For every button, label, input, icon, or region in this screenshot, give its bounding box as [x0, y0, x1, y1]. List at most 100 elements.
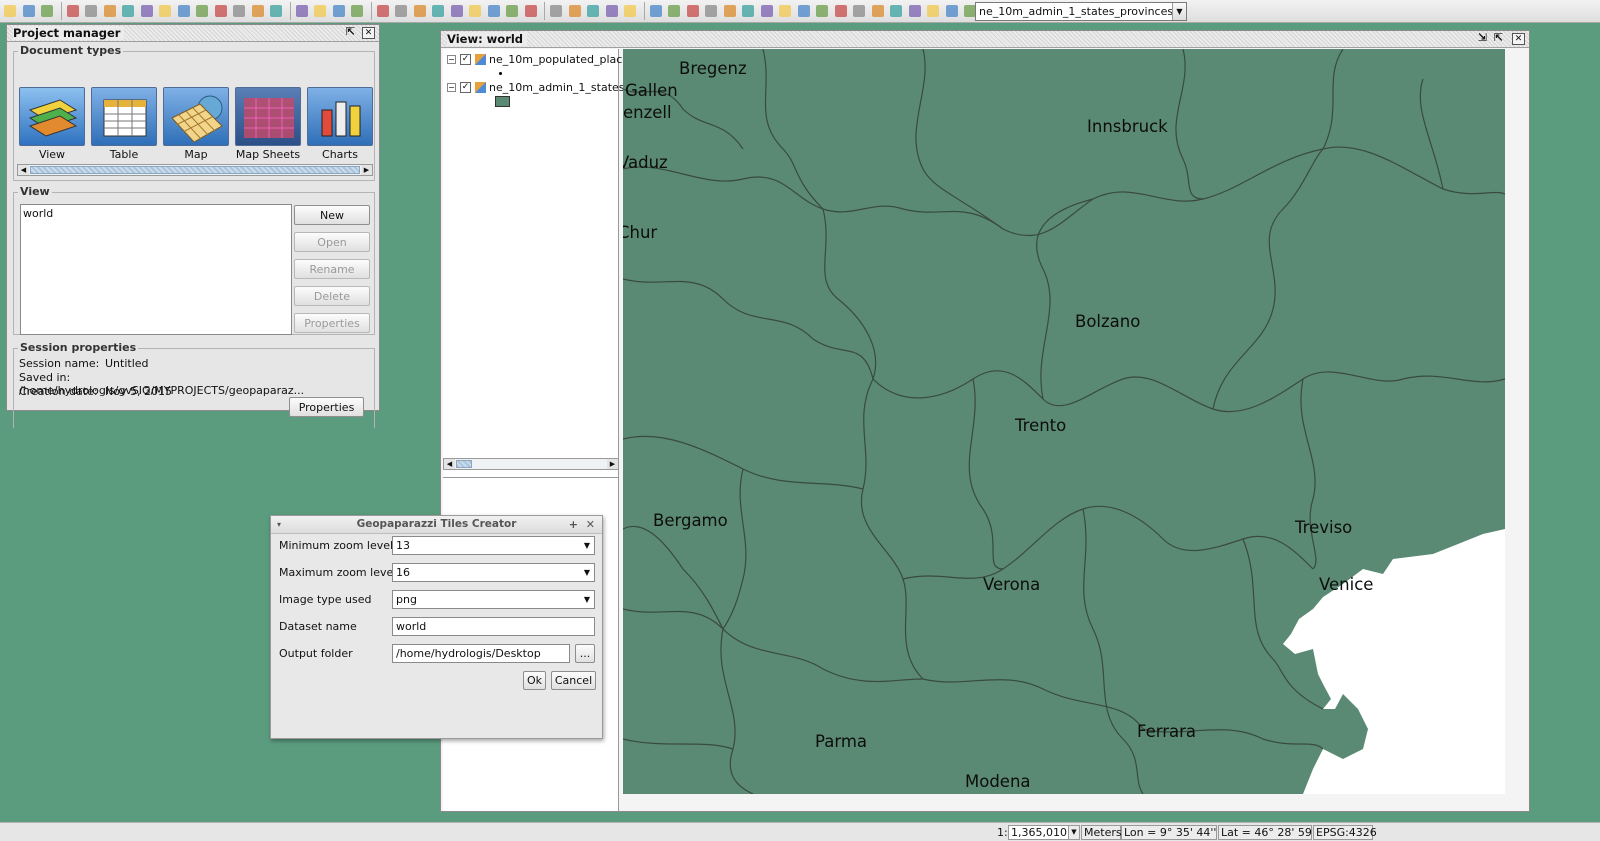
clear-selection-icon[interactable]	[523, 3, 539, 19]
max-zoom-select[interactable]: 16 ▼	[392, 563, 595, 582]
scroll-right-icon[interactable]: ▶	[361, 165, 372, 175]
undock-icon[interactable]: ⇱	[344, 26, 357, 39]
globe-icon[interactable]	[740, 3, 756, 19]
save-project-icon[interactable]	[39, 3, 55, 19]
raster-icon[interactable]	[759, 3, 775, 19]
filter-icon[interactable]	[777, 3, 793, 19]
layer-checkbox[interactable]: ✓	[460, 81, 471, 93]
layers-zoom-icon[interactable]	[157, 3, 173, 19]
zoom-full-icon[interactable]	[83, 3, 99, 19]
image-type-select[interactable]: png ▼	[392, 590, 595, 609]
menu-chevron-icon[interactable]: ▾	[277, 516, 281, 533]
map-canvas[interactable]: BregenzGallen enzell Vaduz Chur Innsbruck Bol…	[623, 49, 1505, 794]
pages-icon[interactable]	[851, 3, 867, 19]
doctype-view[interactable]: View	[19, 87, 85, 161]
select-point-icon[interactable]	[467, 3, 483, 19]
select-by-layer-icon[interactable]	[486, 3, 502, 19]
open-project-icon[interactable]	[21, 3, 37, 19]
grid-icon[interactable]	[907, 3, 923, 19]
select-circle-icon[interactable]	[449, 3, 465, 19]
zoom-select-icon[interactable]	[231, 3, 247, 19]
toc-scrollbar[interactable]: ◀ ▶	[443, 458, 619, 470]
layer-export-icon[interactable]	[703, 3, 719, 19]
gear-icon[interactable]	[567, 3, 583, 19]
table-join-icon[interactable]	[814, 3, 830, 19]
locator-icon[interactable]	[548, 3, 564, 19]
chevron-down-icon[interactable]: ▼	[584, 537, 590, 554]
zoom-selection-icon[interactable]	[102, 3, 118, 19]
measure-distance-icon[interactable]	[312, 3, 328, 19]
layer-checkbox[interactable]: ✓	[460, 53, 471, 65]
scroll-left-icon[interactable]: ◀	[444, 459, 455, 469]
map-view-titlebar[interactable]: View: world ⇲ ⇱ ✕	[441, 31, 1529, 48]
tiles-creator-titlebar[interactable]: ▾ Geopaparazzi Tiles Creator + ✕	[271, 516, 602, 534]
rename-view-button[interactable]: Rename	[294, 259, 370, 279]
view-list-item[interactable]: world	[23, 207, 289, 220]
measure-area-icon[interactable]	[331, 3, 347, 19]
zoom-in-tool-icon[interactable]	[176, 3, 192, 19]
zoom-previous-icon[interactable]	[213, 3, 229, 19]
globe-add-icon[interactable]	[648, 3, 664, 19]
doctype-map-sheets[interactable]: Map Sheets	[235, 87, 301, 161]
zoom-to-icon[interactable]	[833, 3, 849, 19]
select-rect-icon[interactable]	[412, 3, 428, 19]
scale-dropdown-icon[interactable]: ▼	[1068, 825, 1080, 840]
view-properties-button[interactable]: Properties	[294, 313, 370, 333]
maximize-icon[interactable]: ⇱	[1492, 32, 1505, 45]
table-link-icon[interactable]	[796, 3, 812, 19]
new-project-icon[interactable]	[2, 3, 18, 19]
select-polygon-icon[interactable]	[430, 3, 446, 19]
browse-folder-button[interactable]: ...	[575, 644, 595, 663]
scroll-thumb[interactable]	[456, 460, 472, 468]
info-icon[interactable]	[294, 3, 310, 19]
scroll-right-icon[interactable]: ▶	[607, 459, 618, 469]
pin-icon[interactable]: +	[569, 516, 578, 533]
doctype-map[interactable]: Map	[163, 87, 229, 161]
open-view-button[interactable]: Open	[294, 232, 370, 252]
chevron-down-icon[interactable]: ▼	[584, 591, 590, 608]
zoom-out-icon[interactable]	[139, 3, 155, 19]
minimize-icon[interactable]: ⇲	[1476, 32, 1489, 45]
chevron-down-icon[interactable]: ▼	[584, 564, 590, 581]
zoom-layer-icon[interactable]	[250, 3, 266, 19]
zoom-out-tool-icon[interactable]	[194, 3, 210, 19]
layer-add-icon[interactable]	[666, 3, 682, 19]
project-manager-titlebar[interactable]: Project manager ⇱ ✕	[7, 25, 379, 42]
graphic-link-icon[interactable]	[349, 3, 365, 19]
close-icon[interactable]: ✕	[586, 516, 595, 533]
pan-icon[interactable]	[65, 3, 81, 19]
collapse-icon[interactable]: −	[447, 54, 456, 64]
select-buffer-icon[interactable]	[504, 3, 520, 19]
view-list[interactable]: world	[20, 204, 292, 335]
layer-row-populated[interactable]: − ✓ ne_10m_populated_place	[447, 52, 629, 66]
hyperlink-icon[interactable]	[375, 3, 391, 19]
frame-icon[interactable]	[268, 3, 284, 19]
table-icon[interactable]	[925, 3, 941, 19]
zoom-in-icon[interactable]	[120, 3, 136, 19]
layer-row-admin[interactable]: − ✓ ne_10m_admin_1_states	[447, 80, 625, 94]
close-icon[interactable]: ✕	[362, 27, 375, 39]
document-types-scrollbar[interactable]: ◀ ▶	[17, 164, 373, 176]
scroll-thumb[interactable]	[30, 166, 360, 174]
layer-load-icon[interactable]	[685, 3, 701, 19]
delete-view-button[interactable]: Delete	[294, 286, 370, 306]
doctype-table[interactable]: Table	[91, 87, 157, 161]
tools-icon[interactable]	[622, 3, 638, 19]
stop-icon[interactable]	[604, 3, 620, 19]
network-icon[interactable]	[722, 3, 738, 19]
active-layer-select[interactable]: ne_10m_admin_1_states_provinces ▼	[975, 2, 1187, 21]
doctype-charts[interactable]: Charts	[307, 87, 373, 161]
annotation-icon[interactable]	[944, 3, 960, 19]
layout-icon[interactable]	[888, 3, 904, 19]
close-icon[interactable]: ✕	[1512, 33, 1525, 45]
cancel-button[interactable]: Cancel	[551, 671, 596, 690]
chevron-down-icon[interactable]: ▼	[1172, 3, 1186, 20]
scale-input[interactable]: 1,365,010	[1008, 825, 1076, 840]
collapse-icon[interactable]: −	[447, 82, 456, 92]
search-icon[interactable]	[870, 3, 886, 19]
select-icon[interactable]	[393, 3, 409, 19]
ok-button[interactable]: Ok	[523, 671, 546, 690]
dataset-name-input[interactable]: world	[392, 617, 595, 636]
scroll-left-icon[interactable]: ◀	[18, 165, 29, 175]
eye-icon[interactable]	[585, 3, 601, 19]
